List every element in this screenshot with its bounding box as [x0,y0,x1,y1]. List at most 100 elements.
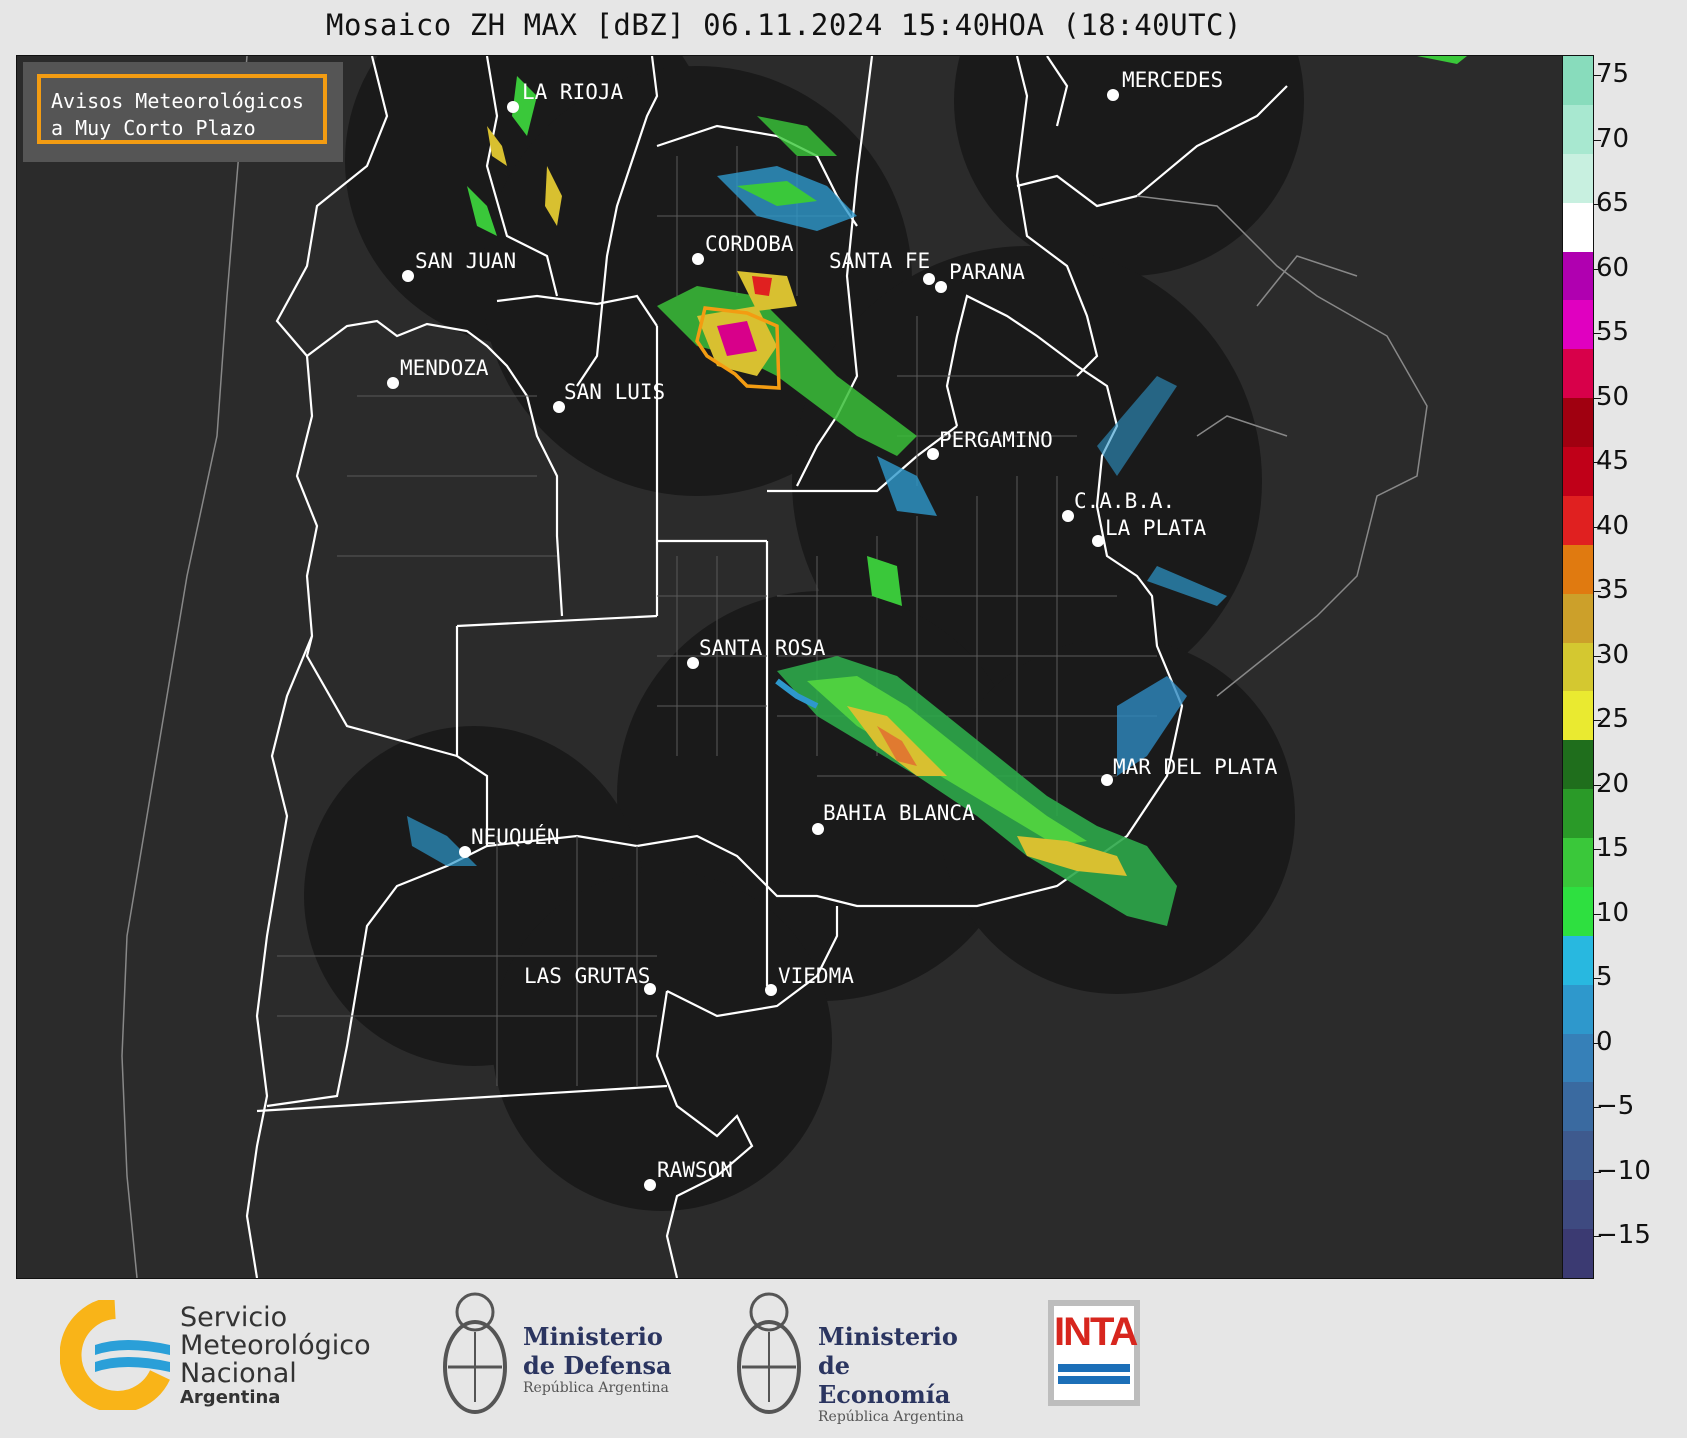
colorbar-segment [1563,300,1593,350]
city-dot [1107,89,1119,101]
colorbar-tick-label: 25 [1596,704,1630,734]
colorbar-tick-label: 70 [1596,123,1630,154]
colorbar-tick-mark [1593,526,1601,528]
economia-line-3: República Argentina [818,1409,964,1425]
city-dot [927,448,939,460]
smn-logo: Servicio Meteorológico Nacional Argentin… [59,1297,380,1413]
inta-logo: INTA [1048,1300,1140,1406]
colorbar-tick-mark [1593,139,1601,141]
city-dot [507,101,519,113]
colorbar-tick-mark [1593,591,1601,592]
colorbar-segment [1563,984,1593,1034]
colorbar-tick-label: 50 [1596,381,1630,412]
colorbar-tick-label: 45 [1596,446,1630,476]
defensa-line-2: de Defensa [523,1351,672,1380]
city-la-plata: LA PLATA [1105,516,1207,540]
colorbar-tick-mark [1593,204,1601,205]
city-santa-fe: SANTA FE [829,249,931,273]
colorbar-tick-mark [1593,1236,1601,1237]
colorbar-segment [1563,398,1593,447]
colorbar [1562,55,1594,1279]
city-mercedes: MERCEDES [1122,68,1224,92]
colorbar-segment [1563,886,1593,936]
city-las-grutas: LAS GRUTAS [524,964,651,988]
city-bahia-blanca: BAHIA BLANCA [823,801,975,825]
economia-line-1: Ministerio [818,1322,958,1351]
colorbar-tick-mark [1593,268,1601,270]
colorbar-segment [1563,691,1593,741]
city-dot [644,1179,656,1191]
smn-name: Servicio Meteorológico Nacional Argentin… [180,1304,371,1408]
colorbar-tick-label: 65 [1596,188,1630,218]
inta-stripe [1058,1364,1130,1372]
warning-line-1: Avisos Meteorológicos [51,89,304,113]
colorbar-tick-mark [1593,75,1601,76]
city-mar-del-plata: MAR DEL PLATA [1113,755,1278,779]
city-caba: C.A.B.A. [1074,489,1176,513]
defensa-line-3: República Argentina [523,1380,669,1396]
colorbar-segment [1563,1033,1593,1083]
economia-line-2: de Economía [818,1351,951,1409]
colorbar-segment [1563,104,1593,154]
colorbar-segment [1563,447,1593,496]
city-dot [1062,510,1074,522]
warning-legend-inner: Avisos Meteorológicos a Muy Corto Plazo [37,74,327,144]
defensa-text: Ministerio de Defensa República Argentin… [523,1322,672,1396]
colorbar-tick-label: 60 [1596,252,1630,283]
city-dot [459,846,471,858]
defensa-logo: Ministerio de Defensa República Argentin… [438,1282,678,1422]
city-san-juan: SAN JUAN [415,249,517,273]
city-la-rioja: LA RIOJA [522,80,624,104]
colorbar-segment [1563,349,1593,399]
city-dot [923,273,935,285]
inta-stripe [1058,1376,1130,1384]
city-pergamino: PERGAMINO [939,428,1053,452]
colorbar-tick-label: 40 [1596,510,1630,541]
footer-logos: Servicio Meteorológico Nacional Argentin… [0,1280,1687,1438]
coat-of-arms-icon [737,1292,801,1414]
colorbar-tick-mark [1593,1042,1601,1044]
city-viedma: VIEDMA [778,964,854,988]
city-rawson: RAWSON [657,1158,733,1182]
smn-line-4: Argentina [180,1387,281,1408]
city-dot [387,377,399,389]
colorbar-tick-label: 55 [1596,317,1630,347]
colorbar-tick-mark [1593,720,1601,721]
colorbar-segment [1563,642,1593,692]
city-neuquen: NEUQUÉN [471,825,560,849]
economia-text: Ministerio de Economía República Argenti… [818,1322,982,1425]
colorbar-tick-label: 75 [1596,59,1630,89]
colorbar-tick-label: 15 [1596,833,1630,863]
colorbar-segment [1563,202,1593,252]
inta-label: INTA [1054,1310,1138,1354]
colorbar-tick-mark [1593,397,1601,399]
smn-line-2: Meteorológico [180,1330,371,1361]
colorbar-segment [1563,593,1593,643]
radar-map[interactable]: Avisos Meteorológicos a Muy Corto Plazo … [16,55,1564,1279]
city-cordoba: CORDOBA [705,232,794,256]
map-title: Mosaico ZH MAX [dBZ] 06.11.2024 15:40HOA… [326,8,1242,42]
colorbar-segment [1563,838,1593,887]
colorbar-tick-mark [1593,1171,1601,1173]
colorbar-segment [1563,789,1593,838]
colorbar-tick-mark [1593,849,1601,850]
colorbar-tick-label: −5 [1596,1091,1635,1121]
colorbar-segment [1563,1180,1593,1229]
colorbar-segment [1563,1131,1593,1181]
colorbar-tick-mark [1593,784,1601,786]
city-dot [402,270,414,282]
radar-coverage [304,56,1304,1211]
colorbar-tick-label: 20 [1596,768,1630,799]
colorbar-tick-label: 10 [1596,897,1630,928]
warning-legend-box: Avisos Meteorológicos a Muy Corto Plazo [23,62,343,162]
city-parana: PARANA [949,260,1025,284]
colorbar-segment [1563,740,1593,790]
city-dot [1092,535,1104,547]
colorbar-tick-label: 30 [1596,639,1630,670]
colorbar-tick-mark [1593,978,1601,979]
city-dot [935,281,947,293]
smn-line-1: Servicio [180,1302,288,1333]
inta-panel: INTA [1054,1306,1138,1400]
colorbar-segment [1563,56,1593,105]
city-dot [687,657,699,669]
